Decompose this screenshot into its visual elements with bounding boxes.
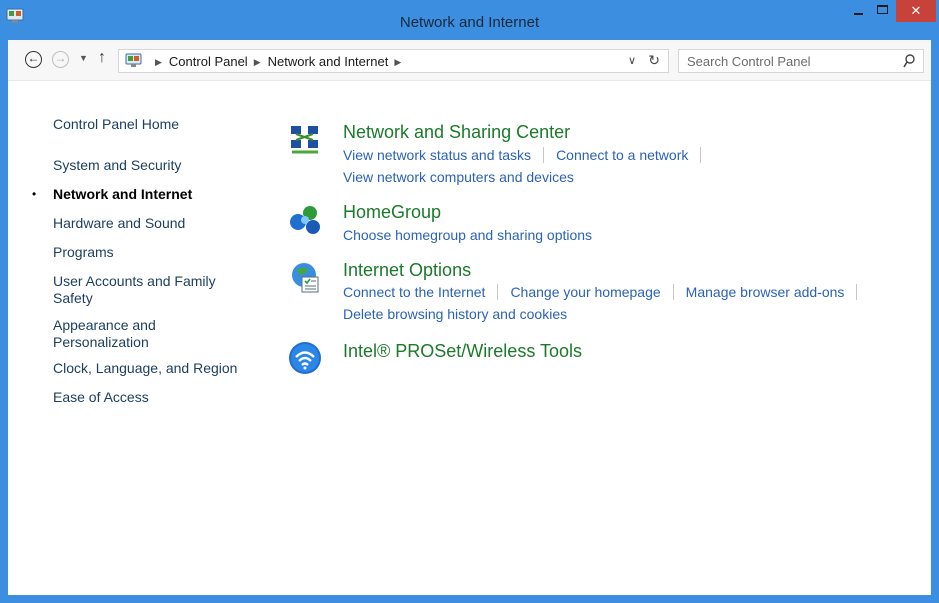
control-panel-window: Network and Internet ✕ ← → ▼ ↑ ▶ Control … bbox=[0, 0, 939, 603]
link-divider bbox=[700, 147, 702, 163]
breadcrumb-separator-icon[interactable]: ▶ bbox=[254, 57, 261, 67]
breadcrumb-separator-icon[interactable]: ▶ bbox=[394, 57, 401, 67]
manage-browser-addons-link[interactable]: Manage browser add-ons bbox=[686, 284, 845, 300]
change-homepage-link[interactable]: Change your homepage bbox=[510, 284, 660, 300]
sidebar-item-control-panel-home[interactable]: Control Panel Home bbox=[53, 116, 253, 133]
choose-homegroup-options-link[interactable]: Choose homegroup and sharing options bbox=[343, 227, 592, 243]
maximize-button[interactable] bbox=[870, 0, 896, 22]
current-item-bullet-icon: • bbox=[32, 187, 37, 201]
refresh-icon[interactable]: ↻ bbox=[648, 52, 660, 69]
sidebar-item-user-accounts[interactable]: User Accounts and Family Safety bbox=[53, 273, 233, 307]
search-input[interactable]: Search Control Panel bbox=[687, 54, 811, 69]
control-panel-icon bbox=[125, 53, 142, 67]
forward-button[interactable]: → bbox=[52, 51, 69, 68]
link-divider bbox=[543, 147, 545, 163]
internet-options-links-row-2: Delete browsing history and cookies bbox=[343, 306, 567, 322]
sidebar-item-hardware-and-sound[interactable]: Hardware and Sound bbox=[53, 215, 253, 232]
title-bar[interactable]: Network and Internet ✕ bbox=[0, 0, 939, 40]
navigation-bar: ← → ▼ ↑ ▶ Control Panel ▶ Network and Inter… bbox=[8, 40, 931, 81]
homegroup-links-row: Choose homegroup and sharing options bbox=[343, 227, 592, 243]
sidebar-item-ease-of-access[interactable]: Ease of Access bbox=[53, 389, 253, 406]
sidebar-item-programs[interactable]: Programs bbox=[53, 244, 253, 261]
homegroup-icon[interactable] bbox=[288, 202, 322, 236]
window-title: Network and Internet bbox=[399, 14, 540, 31]
link-divider bbox=[672, 284, 674, 300]
up-button[interactable]: ↑ bbox=[98, 49, 106, 67]
back-button[interactable]: ← bbox=[25, 51, 42, 68]
breadcrumb-control-panel[interactable]: Control Panel bbox=[169, 54, 248, 69]
address-bar[interactable]: ▶ Control Panel ▶ Network and Internet ▶ ∨ ↻ bbox=[118, 49, 669, 73]
network-sharing-center-title[interactable]: Network and Sharing Center bbox=[343, 122, 570, 143]
internet-options-links-row-1: Connect to the Internet Change your homep… bbox=[343, 284, 869, 300]
connect-to-network-link[interactable]: Connect to a network bbox=[556, 147, 688, 163]
recent-locations-button[interactable]: ▼ bbox=[79, 53, 88, 63]
breadcrumb-separator-icon[interactable]: ▶ bbox=[155, 57, 162, 67]
network-sharing-links-row-1: View network status and tasks Connect to … bbox=[343, 147, 713, 163]
homegroup-title[interactable]: HomeGroup bbox=[343, 202, 441, 223]
view-network-status-link[interactable]: View network status and tasks bbox=[343, 147, 531, 163]
wireless-tools-title[interactable]: Intel® PROSet/Wireless Tools bbox=[343, 341, 582, 362]
search-box[interactable]: Search Control Panel bbox=[678, 49, 924, 73]
link-divider bbox=[856, 284, 858, 300]
minimize-button[interactable] bbox=[846, 0, 870, 22]
search-icon[interactable] bbox=[903, 54, 915, 68]
client-area: ← → ▼ ↑ ▶ Control Panel ▶ Network and Inter… bbox=[8, 40, 931, 595]
view-network-computers-link[interactable]: View network computers and devices bbox=[343, 169, 574, 185]
address-dropdown-icon[interactable]: ∨ bbox=[628, 54, 636, 67]
sidebar-item-appearance[interactable]: Appearance and Personalization bbox=[53, 317, 203, 351]
breadcrumb: ▶ Control Panel ▶ Network and Internet ▶ bbox=[149, 54, 408, 69]
close-button[interactable]: ✕ bbox=[896, 0, 936, 22]
sidebar-item-network-and-internet: Network and Internet bbox=[53, 186, 193, 202]
sidebar-item-clock-language-region[interactable]: Clock, Language, and Region bbox=[53, 360, 253, 377]
network-sharing-icon[interactable] bbox=[288, 122, 322, 156]
link-divider bbox=[497, 284, 499, 300]
sidebar-item-system-and-security[interactable]: System and Security bbox=[53, 157, 253, 174]
network-sharing-links-row-2: View network computers and devices bbox=[343, 169, 574, 185]
delete-browsing-history-link[interactable]: Delete browsing history and cookies bbox=[343, 306, 567, 322]
wireless-tools-icon[interactable] bbox=[288, 341, 322, 375]
internet-options-icon[interactable] bbox=[288, 260, 322, 294]
internet-options-title[interactable]: Internet Options bbox=[343, 260, 471, 281]
breadcrumb-network-and-internet[interactable]: Network and Internet bbox=[268, 54, 389, 69]
connect-to-internet-link[interactable]: Connect to the Internet bbox=[343, 284, 485, 300]
